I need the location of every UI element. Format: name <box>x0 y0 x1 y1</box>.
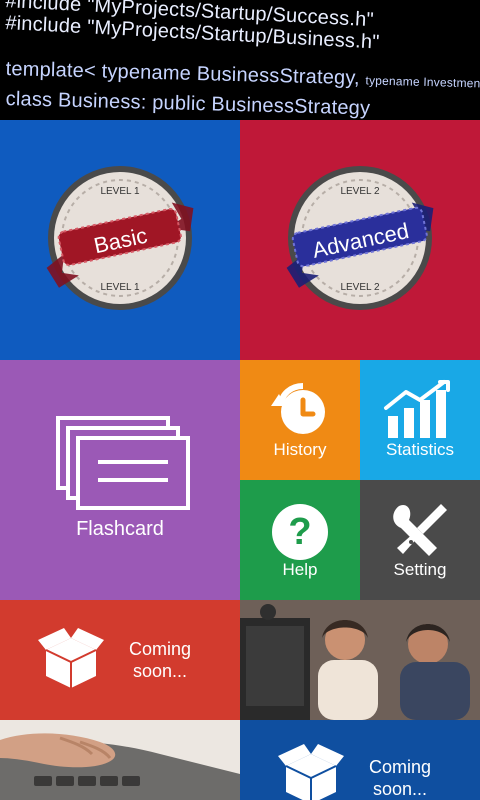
code-line-3b: typename Investment > <box>365 73 480 91</box>
coming-soon-text-1: Coming soon... <box>112 638 208 682</box>
help-tile[interactable]: ? Help <box>240 480 360 600</box>
setting-label: Setting <box>393 560 447 579</box>
header-banner: #include "MyProjects/Startup/Success.h" … <box>0 0 480 120</box>
keyboard-photo-tile[interactable] <box>0 720 240 800</box>
advanced-level-bottom: LEVEL 2 <box>340 282 380 293</box>
bar-chart-icon <box>384 380 450 438</box>
students-photo-tile[interactable] <box>240 600 480 720</box>
coming-soon-text-2: Coming soon... <box>352 756 448 800</box>
basic-level-bottom: LEVEL 1 <box>100 282 140 293</box>
svg-text:?: ? <box>288 511 311 553</box>
level-2-badge-icon: LEVEL 2 LEVEL 2 Advanced <box>286 166 434 310</box>
history-clock-icon <box>271 383 325 434</box>
students-photo <box>240 600 480 720</box>
coming-soon-line1: Coming <box>128 639 192 659</box>
coming-soon-tile-2[interactable]: Coming soon... <box>240 720 480 800</box>
keyboard-photo <box>0 720 240 800</box>
flashcard-label: Flashcard <box>76 518 164 540</box>
advanced-level-top: LEVEL 2 <box>340 186 380 197</box>
code-line-3a: template< typename BusinessStrategy, <box>5 58 366 90</box>
basic-level-top: LEVEL 1 <box>100 186 140 197</box>
coming-soon-tile-1[interactable]: Coming soon... <box>0 600 240 720</box>
open-box-icon <box>278 744 344 800</box>
level-1-badge-icon: LEVEL 1 LEVEL 1 Basic <box>46 166 194 310</box>
code-line-4: class Business: public BusinessStrategy <box>5 88 371 120</box>
statistics-label: Statistics <box>385 440 455 459</box>
flashcard-tile[interactable]: Flashcard <box>0 360 240 600</box>
history-label: History <box>273 440 327 459</box>
question-icon: ? <box>272 504 328 560</box>
flashcards-icon <box>56 416 190 510</box>
tools-icon <box>393 504 447 556</box>
coming-soon-line2: soon... <box>132 661 188 681</box>
coming-soon-line2: soon... <box>372 779 428 799</box>
setting-tile[interactable]: Setting <box>360 480 480 600</box>
statistics-tile[interactable]: Statistics <box>360 360 480 480</box>
code-line-3: template< typename BusinessStrategy, typ… <box>5 58 480 94</box>
help-label: Help <box>282 560 318 579</box>
coming-soon-line1: Coming <box>368 757 432 777</box>
basic-level-tile[interactable]: LEVEL 1 LEVEL 1 Basic <box>0 120 240 360</box>
advanced-level-tile[interactable]: LEVEL 2 LEVEL 2 Advanced <box>240 120 480 360</box>
history-tile[interactable]: History <box>240 360 360 480</box>
app-screen: #include "MyProjects/Startup/Success.h" … <box>0 0 480 800</box>
open-box-icon <box>38 628 104 688</box>
